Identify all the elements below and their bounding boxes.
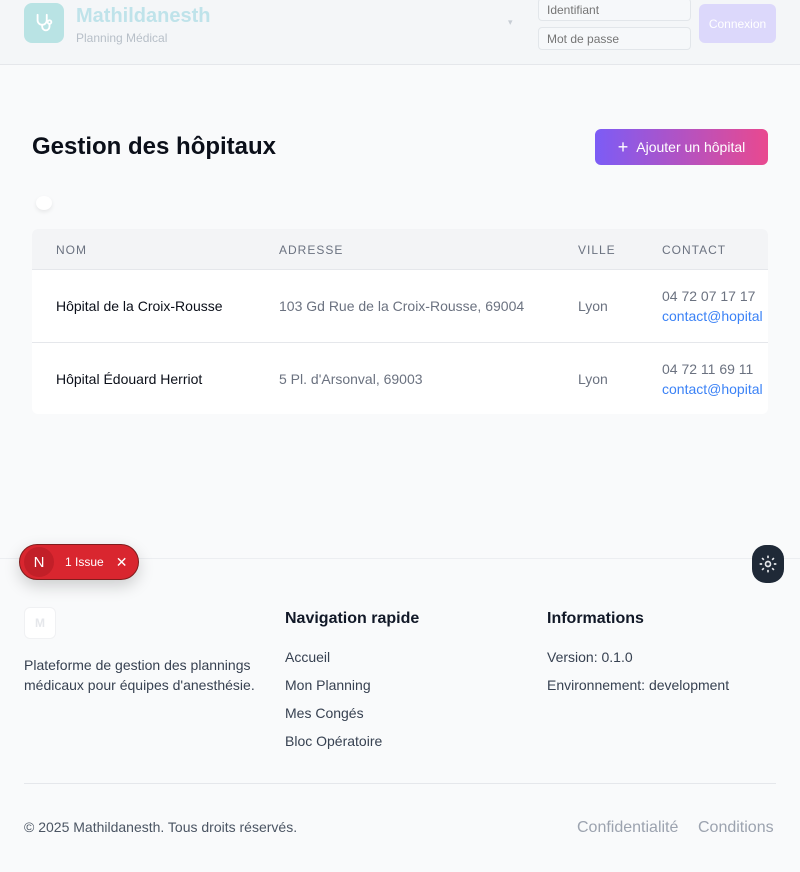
hospital-email-link[interactable]: contact@hopital bbox=[662, 381, 763, 397]
password-input[interactable] bbox=[538, 27, 691, 50]
issue-avatar: N bbox=[24, 547, 54, 577]
page-title: Gestion des hôpitaux bbox=[32, 133, 277, 160]
username-input[interactable] bbox=[538, 0, 691, 21]
stethoscope-icon bbox=[36, 13, 53, 32]
hospital-phone: 04 72 07 17 17 bbox=[662, 288, 756, 304]
hospital-address: 103 Gd Rue de la Croix-Rousse, 69004 bbox=[279, 298, 525, 314]
hospital-name: Hôpital Édouard Herriot bbox=[56, 371, 203, 387]
footer-description: Plateforme de gestion des plannings médi… bbox=[24, 657, 255, 693]
table-row[interactable]: Hôpital de la Croix-Rousse 103 Gd Rue de… bbox=[32, 269, 768, 342]
settings-button[interactable] bbox=[752, 545, 784, 583]
hospital-phone: 04 72 11 69 11 bbox=[662, 361, 754, 377]
add-hospital-label: Ajouter un hôpital bbox=[636, 139, 746, 155]
gear-icon bbox=[759, 555, 777, 573]
app-title: Mathildanesth bbox=[76, 5, 211, 27]
app-subtitle: Planning Médical bbox=[76, 31, 168, 45]
footer-link-bloc-operatoire[interactable]: Bloc Opératoire bbox=[285, 733, 382, 749]
hospitals-table: NOM ADRESSE VILLE CONTACT Hôpital de la … bbox=[32, 229, 768, 414]
close-icon[interactable]: ✕ bbox=[116, 554, 128, 571]
app-logo[interactable] bbox=[24, 3, 64, 43]
plus-icon: + bbox=[617, 136, 629, 157]
footer-link-mon-planning[interactable]: Mon Planning bbox=[285, 677, 371, 693]
column-header-name[interactable]: NOM bbox=[56, 243, 87, 257]
terms-link[interactable]: Conditions bbox=[698, 819, 774, 837]
issue-count-label: 1 Issue bbox=[65, 555, 104, 569]
issues-badge[interactable]: N 1 Issue ✕ bbox=[19, 544, 139, 580]
login-button[interactable]: Connexion bbox=[699, 4, 776, 43]
hospital-name: Hôpital de la Croix-Rousse bbox=[56, 298, 223, 314]
footer-link-mes-conges[interactable]: Mes Congés bbox=[285, 705, 364, 721]
toggle-dot[interactable] bbox=[36, 196, 52, 210]
column-header-address[interactable]: ADRESSE bbox=[279, 243, 343, 257]
copyright-text: © 2025 Mathildanesth. Tous droits réserv… bbox=[24, 819, 298, 835]
footer-version: Version: 0.1.0 bbox=[547, 649, 633, 665]
footer-link-accueil[interactable]: Accueil bbox=[285, 649, 330, 665]
hospital-address: 5 Pl. d'Arsonval, 69003 bbox=[279, 371, 423, 387]
footer-bottom-divider bbox=[24, 783, 776, 784]
hospital-city: Lyon bbox=[578, 298, 608, 314]
footer-logo: M bbox=[24, 607, 56, 639]
hospital-email-link[interactable]: contact@hopital bbox=[662, 308, 763, 324]
table-header: NOM ADRESSE VILLE CONTACT bbox=[32, 229, 768, 269]
chevron-down-icon[interactable]: ▾ bbox=[508, 17, 513, 28]
hospital-city: Lyon bbox=[578, 371, 608, 387]
table-row[interactable]: Hôpital Édouard Herriot 5 Pl. d'Arsonval… bbox=[32, 342, 768, 414]
privacy-link[interactable]: Confidentialité bbox=[577, 819, 678, 837]
top-header: Mathildanesth Planning Médical ▾ Connexi… bbox=[0, 0, 800, 65]
footer-environment: Environnement: development bbox=[547, 677, 730, 693]
column-header-contact[interactable]: CONTACT bbox=[662, 243, 726, 257]
add-hospital-button[interactable]: + Ajouter un hôpital bbox=[595, 129, 768, 165]
footer-info-title: Informations bbox=[547, 610, 644, 627]
column-header-city[interactable]: VILLE bbox=[578, 243, 616, 257]
footer-nav-title: Navigation rapide bbox=[285, 610, 420, 627]
